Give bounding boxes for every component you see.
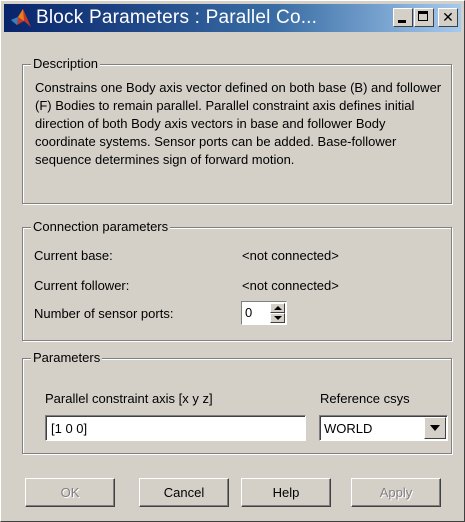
spinner-up-button[interactable] — [270, 303, 285, 313]
current-base-value: <not connected> — [242, 248, 339, 263]
description-text: Constrains one Body axis vector defined … — [35, 80, 442, 167]
block-parameters-dialog: Block Parameters : Parallel Co... ✕ Desc… — [0, 0, 465, 522]
parameters-legend: Parameters — [31, 350, 103, 366]
dropdown-button[interactable] — [424, 417, 446, 439]
title-bar[interactable]: Block Parameters : Parallel Co... ✕ — [4, 4, 461, 32]
ok-button[interactable]: OK — [25, 478, 115, 507]
sensor-ports-value[interactable]: 0 — [245, 305, 252, 321]
window-title: Block Parameters : Parallel Co... — [36, 7, 318, 28]
close-icon: ✕ — [442, 9, 454, 25]
current-follower-value: <not connected> — [242, 278, 339, 293]
description-group: Description Constrains one Body axis vec… — [22, 56, 452, 204]
current-base-label: Current base: — [34, 248, 113, 263]
chevron-down-icon — [430, 425, 440, 431]
sensor-ports-label: Number of sensor ports: — [34, 306, 174, 321]
maximize-icon — [418, 11, 428, 21]
close-button[interactable]: ✕ — [438, 8, 458, 27]
connection-parameters-legend: Connection parameters — [31, 219, 171, 235]
reference-csys-value[interactable]: WORLD — [324, 421, 372, 437]
current-follower-label: Current follower: — [34, 278, 130, 293]
spinner-down-button[interactable] — [270, 313, 285, 323]
description-legend: Description — [31, 56, 101, 72]
matlab-logo-icon — [11, 9, 31, 27]
axis-input[interactable]: [1 0 0] — [45, 415, 306, 441]
minimize-icon — [398, 20, 406, 23]
axis-label: Parallel constraint axis [x y z] — [45, 391, 213, 406]
axis-input-value[interactable]: [1 0 0] — [51, 421, 87, 437]
arrow-down-icon — [274, 316, 282, 320]
sensor-ports-spinner[interactable]: 0 — [241, 301, 287, 325]
apply-button[interactable]: Apply — [351, 478, 441, 507]
maximize-button[interactable] — [414, 8, 434, 27]
help-button[interactable]: Help — [241, 478, 331, 507]
arrow-up-icon — [274, 306, 282, 310]
minimize-button[interactable] — [393, 8, 413, 27]
cancel-button[interactable]: Cancel — [139, 478, 229, 507]
csys-label: Reference csys — [320, 391, 410, 406]
reference-csys-select[interactable]: WORLD — [319, 415, 448, 441]
